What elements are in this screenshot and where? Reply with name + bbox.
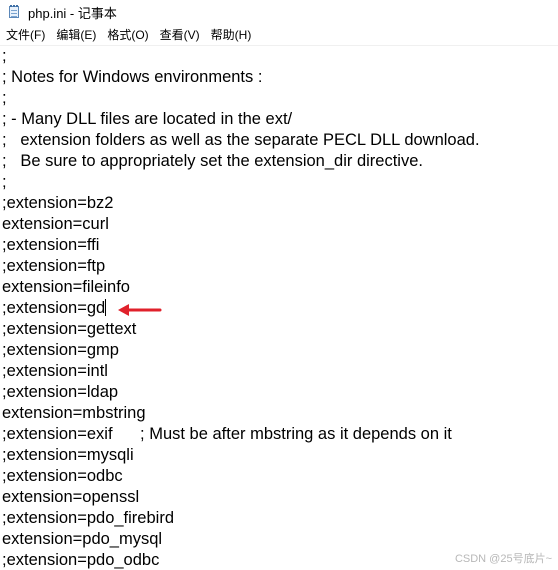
text-line-content: ; Be sure to appropriately set the exten…: [2, 152, 423, 170]
text-line: ; - Many DLL files are located in the ex…: [2, 109, 480, 130]
editor-lines: ; ; Notes for Windows environments :; ; - …: [2, 46, 480, 570]
text-line: ;: [2, 46, 480, 67]
text-line: ;extension=odbc: [2, 466, 480, 487]
text-line-content: ; Notes for Windows environments :: [2, 68, 263, 86]
text-line: ;extension=ftp: [2, 256, 480, 277]
text-line: ;extension=pdo_odbc: [2, 550, 480, 570]
text-line-content: extension=pdo_mysql: [2, 530, 163, 548]
text-line-content: ;extension=pdo_odbc: [2, 551, 160, 569]
text-line-content: extension=curl: [2, 215, 109, 233]
text-line-content: ;extension=ffi: [2, 236, 100, 254]
menu-format[interactable]: 格式(O): [102, 24, 153, 45]
red-arrow-annotation: [118, 304, 162, 316]
menu-file[interactable]: 文件(F): [1, 24, 50, 45]
text-line-content: ; extension folders as well as the separ…: [2, 131, 480, 149]
text-line: ;extension=bz2: [2, 193, 480, 214]
menu-bar: 文件(F) 编辑(E) 格式(O) 查看(V) 帮助(H): [0, 24, 558, 46]
watermark: CSDN @25号底片~: [454, 553, 552, 565]
text-line-content: ;extension=pdo_firebird: [2, 509, 174, 527]
arrow-head: [118, 304, 129, 316]
text-line: extension=openssl: [2, 487, 480, 508]
text-line-content: ;extension=intl: [2, 362, 108, 380]
text-line: ;extension=gd: [2, 298, 480, 319]
text-line: ; extension folders as well as the separ…: [2, 130, 480, 151]
text-caret: [105, 299, 107, 316]
text-line: ; Notes for Windows environments :: [2, 67, 480, 88]
text-line: extension=pdo_mysql: [2, 529, 480, 550]
text-line: ;extension=gmp: [2, 340, 480, 361]
text-line: ; Be sure to appropriately set the exten…: [2, 151, 480, 172]
text-line-content: ;extension=bz2: [2, 194, 114, 212]
text-line-content: ;extension=ldap: [2, 383, 119, 401]
title-bar: php.ini - 记事本: [0, 0, 558, 24]
text-line: ;extension=exif ; Must be after mbstring…: [2, 424, 480, 445]
notepad-icon: [7, 5, 21, 19]
text-line: ;extension=pdo_firebird: [2, 508, 480, 529]
text-line-content: extension=mbstring: [2, 404, 146, 422]
text-line-content: ;extension=ftp: [2, 257, 106, 275]
text-line-content: ;: [2, 173, 7, 191]
text-line-content: ;extension=gmp: [2, 341, 119, 359]
menu-view[interactable]: 查看(V): [155, 24, 205, 45]
text-line-content: extension=fileinfo: [2, 278, 130, 296]
text-line-content: ;: [2, 89, 7, 107]
text-line-content: ; - Many DLL files are located in the ex…: [2, 110, 293, 128]
text-line-content: ;: [2, 47, 7, 65]
menu-help[interactable]: 帮助(H): [206, 24, 257, 45]
text-line-content: ;extension=gd: [2, 299, 106, 317]
text-line: ;extension=mysqli: [2, 445, 480, 466]
text-line-content: ;extension=gettext: [2, 320, 137, 338]
text-line: extension=mbstring: [2, 403, 480, 424]
text-line-content: ;extension=exif ; Must be after mbstring…: [2, 425, 452, 443]
text-line-content: extension=openssl: [2, 488, 140, 506]
text-line-content: ;extension=odbc: [2, 467, 123, 485]
text-editor[interactable]: ; ; Notes for Windows environments :; ; - …: [0, 46, 558, 570]
text-line: ;: [2, 88, 480, 109]
text-line: ;: [2, 172, 480, 193]
text-line: ;extension=gettext: [2, 319, 480, 340]
text-line: ;extension=ldap: [2, 382, 480, 403]
menu-edit[interactable]: 编辑(E): [51, 24, 101, 45]
text-line-content: ;extension=mysqli: [2, 446, 134, 464]
window-title: php.ini - 记事本: [28, 5, 117, 21]
text-line: extension=curl: [2, 214, 480, 235]
text-line: ;extension=intl: [2, 361, 480, 382]
text-line: extension=fileinfo: [2, 277, 480, 298]
text-line: ;extension=ffi: [2, 235, 480, 256]
